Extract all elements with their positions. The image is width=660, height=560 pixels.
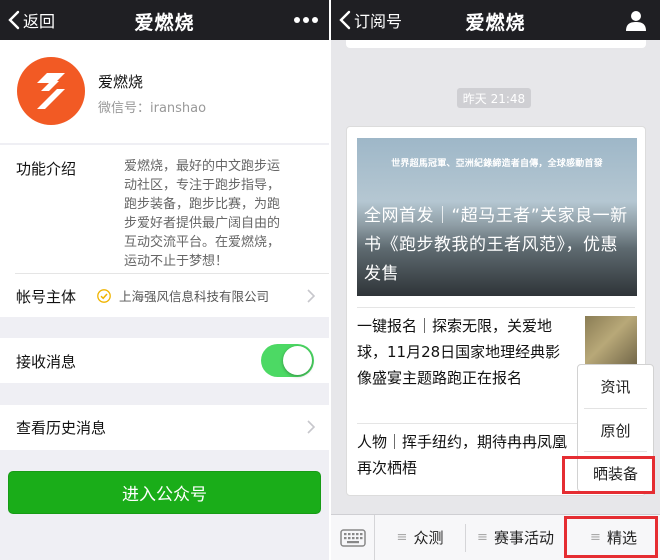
keyboard-toggle-button[interactable]	[331, 515, 375, 560]
divider	[15, 273, 329, 274]
more-dots-icon	[294, 17, 318, 23]
toggle-knob	[283, 346, 312, 375]
keyboard-icon	[339, 528, 366, 547]
tab-label: 精选	[606, 529, 637, 547]
bottom-menu-bar: ≡ 众测 ≡ 赛事活动 ≡ 精选	[331, 514, 660, 560]
back-label: 订阅号	[354, 12, 403, 31]
receive-toggle[interactable]	[261, 344, 314, 377]
intro-line: 运动不止于梦想！	[124, 254, 229, 269]
tab-label: 众测	[413, 529, 444, 547]
profile-header: 爱燃烧 微信号：iranshao	[0, 40, 329, 143]
menu-item-gear[interactable]: 晒装备	[578, 452, 653, 494]
person-icon	[626, 11, 646, 31]
submenu-popup: 资讯 原创 晒装备	[577, 364, 654, 492]
chevron-right-icon	[307, 420, 315, 434]
right-navbar: 订阅号 爱燃烧	[331, 0, 660, 40]
article-title: 人物｜挥手纽约，期待冉冉凤凰再次栖梧	[357, 433, 568, 477]
intro-label: 功能介绍	[16, 160, 77, 178]
intro-line: 跑步装备，跑步比赛，为跑	[124, 197, 281, 212]
history-row[interactable]: 查看历史消息	[0, 405, 329, 450]
intro-line: 步爱好者提供最广阔自由的	[124, 216, 281, 231]
cover-title: 全网首发｜“超马王者”关家良一新书《跑步教我的王者风范》，优惠发售	[364, 206, 628, 284]
account-profile-screen: 返回 爱燃烧 爱燃烧 微信号：iranshao 功能介绍 爱燃烧，最好的中文跑步…	[0, 0, 329, 560]
timestamp-badge: 昨天 21:48	[457, 88, 531, 108]
intro-line: 动社区，专注于跑步指导，	[124, 178, 281, 193]
receive-label: 接收消息	[16, 353, 77, 371]
article-title: 一键报名｜探索无限，关爱地球，11月28日国家地理经典影像盛宴主题路跑正在报名	[357, 317, 561, 387]
wechat-id: 微信号：iranshao	[98, 101, 207, 116]
previous-message-card	[346, 40, 646, 48]
menu-lines-icon: ≡	[477, 530, 488, 545]
intro-description: 爱燃烧，最好的中文跑步运 动社区，专注于跑步指导， 跑步装备，跑步比赛，为跑 步…	[124, 157, 309, 271]
owner-value: 上海强风信息科技有限公司	[119, 289, 270, 304]
enter-account-button[interactable]: 进入公众号	[8, 471, 321, 514]
back-button[interactable]: 返回	[8, 9, 55, 31]
history-label: 查看历史消息	[16, 419, 107, 437]
menu-item-news[interactable]: 资讯	[578, 365, 653, 407]
verified-check-icon	[97, 288, 111, 303]
intro-line: 互动交流平台。在爱燃烧，	[124, 235, 281, 250]
tab-featured[interactable]: ≡ 精选	[567, 515, 660, 560]
tab-crowd-test[interactable]: ≡ 众测	[376, 515, 464, 560]
cover-caption: 世界超馬冠軍、亞洲紀錄締造者自傳，全球感動首發	[391, 159, 603, 169]
article-thumbnail	[585, 316, 637, 368]
tab-label: 赛事活动	[493, 529, 554, 547]
receive-messages-row: 接收消息	[0, 338, 329, 383]
account-name: 爱燃烧	[98, 73, 144, 91]
chevron-right-icon	[307, 289, 315, 303]
owner-label: 帐号主体	[16, 288, 77, 306]
left-navbar: 返回 爱燃烧	[0, 0, 329, 40]
info-card: 功能介绍 爱燃烧，最好的中文跑步运 动社区，专注于跑步指导， 跑步装备，跑步比赛…	[0, 145, 329, 317]
owner-row[interactable]: 上海强风信息科技有限公司	[97, 286, 269, 305]
menu-lines-icon: ≡	[590, 530, 601, 545]
iranshao-logo	[17, 57, 85, 125]
cover-article[interactable]: 世界超馬冠軍、亞洲紀錄締造者自傳，全球感動首發 全网首发｜“超马王者”关家良一新…	[357, 138, 637, 296]
back-label: 返回	[23, 12, 56, 31]
menu-item-original[interactable]: 原创	[578, 409, 653, 451]
divider	[357, 307, 635, 308]
tab-events[interactable]: ≡ 赛事活动	[466, 515, 565, 560]
chevron-left-icon	[8, 10, 20, 30]
intro-line: 爱燃烧，最好的中文跑步运	[124, 159, 281, 174]
more-button[interactable]	[293, 8, 319, 32]
chevron-left-icon	[339, 10, 351, 30]
back-button[interactable]: 订阅号	[339, 9, 402, 31]
menu-lines-icon: ≡	[396, 530, 408, 545]
profile-button[interactable]	[624, 8, 650, 32]
